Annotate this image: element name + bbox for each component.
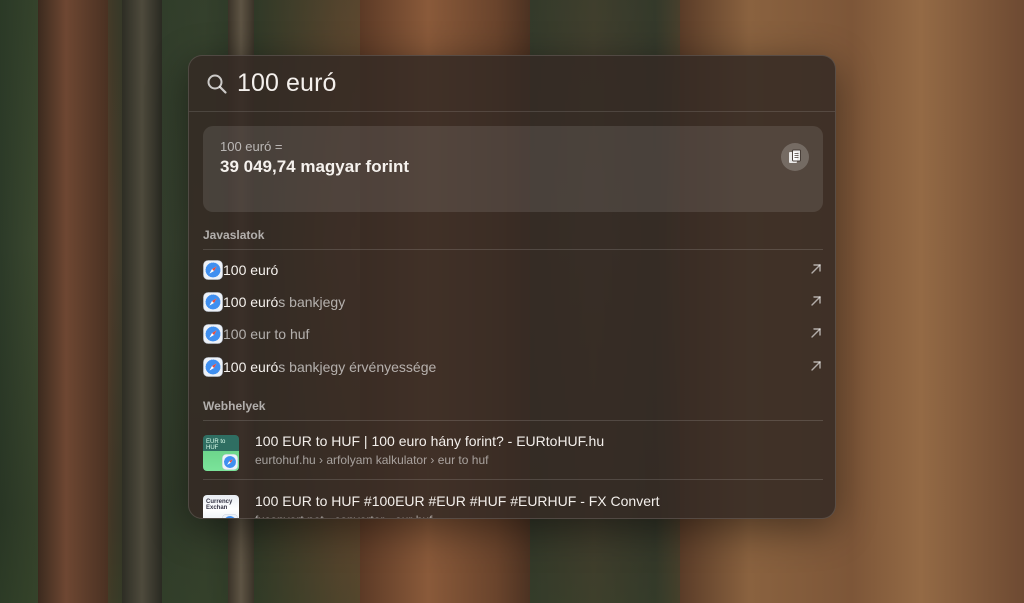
safari-icon (203, 324, 223, 344)
websites-section-title: Webhelyek (203, 399, 266, 413)
safari-icon (222, 454, 238, 470)
website-title: 100 EUR to HUF #100EUR #EUR #HUF #EURHUF… (255, 493, 660, 509)
suggestion-label: 100 eurós bankjegy (223, 294, 346, 310)
copy-button[interactable] (781, 143, 809, 171)
suggestion-label: 100 euró (223, 262, 279, 278)
conversion-result: 39 049,74 magyar forint (220, 157, 409, 176)
safari-icon (203, 292, 223, 312)
safari-icon (222, 514, 238, 518)
section-divider (203, 479, 823, 480)
open-arrow-icon[interactable] (809, 359, 823, 373)
suggestion-label: 100 eurós bankjegy érvényessége (223, 359, 437, 375)
safari-icon (203, 260, 223, 280)
website-result[interactable]: EUR to HUF 100 EUR to HUF | 100 euro hán… (203, 433, 823, 489)
suggestion-item[interactable]: 100 eur to huf (203, 318, 823, 350)
suggestion-item[interactable]: 100 eurós bankjegy érvényessége (203, 351, 823, 383)
suggestion-item[interactable]: 100 eurós bankjegy (203, 286, 823, 318)
search-icon (207, 74, 227, 94)
search-input[interactable]: 100 euró (237, 69, 337, 98)
website-url: eurtohuf.hu › arfolyam kalkulator › eur … (255, 453, 489, 467)
thumbnail-text: Currency Exchan (206, 499, 233, 511)
section-divider (203, 420, 823, 421)
section-divider (203, 249, 823, 250)
open-arrow-icon[interactable] (809, 294, 823, 308)
website-thumbnail: Currency Exchan (203, 495, 239, 518)
suggestion-label: 100 eur to huf (223, 326, 310, 342)
conversion-result-card[interactable]: 100 euró = 39 049,74 magyar forint (203, 126, 823, 212)
open-arrow-icon[interactable] (809, 262, 823, 276)
thumbnail-text: EUR to HUF (206, 439, 226, 451)
suggestions-section-title: Javaslatok (203, 228, 265, 242)
wallpaper-tree (38, 0, 108, 603)
spotlight-panel: 100 euró 100 euró = 39 049,74 magyar for… (188, 55, 836, 519)
website-thumbnail: EUR to HUF (203, 435, 239, 471)
suggestion-item[interactable]: 100 euró (203, 254, 823, 286)
website-url: fxconvert.net › converter › eur huf (255, 513, 432, 518)
search-bar[interactable]: 100 euró (189, 56, 835, 112)
copy-icon (789, 149, 801, 163)
open-arrow-icon[interactable] (809, 326, 823, 340)
website-result[interactable]: Currency Exchan 100 EUR to HUF #100EUR #… (203, 493, 823, 518)
wallpaper-tree (122, 0, 162, 603)
website-title: 100 EUR to HUF | 100 euro hány forint? -… (255, 433, 605, 449)
safari-icon (203, 357, 223, 377)
conversion-label: 100 euró = (220, 139, 283, 154)
